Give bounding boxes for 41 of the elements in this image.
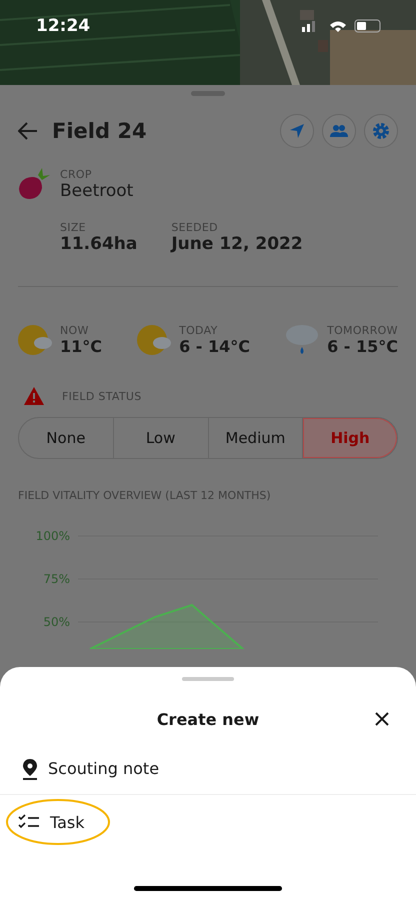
settings-button[interactable] <box>364 114 398 148</box>
chart-title: FIELD VITALITY OVERVIEW (LAST 12 MONTHS) <box>18 489 272 502</box>
forecast-label: TODAY <box>179 324 219 337</box>
navigation-arrow-icon <box>289 123 305 139</box>
beetroot-icon <box>18 167 50 201</box>
stat-value: June 12, 2022 <box>171 234 303 254</box>
status-option[interactable]: High <box>302 418 397 458</box>
navigate-button[interactable] <box>280 114 314 148</box>
wifi-icon <box>330 22 346 32</box>
field-status-label: FIELD STATUS <box>62 390 142 402</box>
crop-name: Beetroot <box>60 180 134 200</box>
people-button[interactable] <box>322 114 356 148</box>
y-axis-label: 50% <box>43 615 70 629</box>
stat-label: SEEDED <box>171 221 219 234</box>
create-option[interactable]: Scouting note <box>0 743 416 795</box>
forecast-temperature: 11°C <box>60 337 102 356</box>
signal-icon <box>302 21 315 32</box>
partly-cloudy-icon <box>18 324 52 356</box>
field-title: Field 24 <box>52 119 148 143</box>
partly-cloudy-icon <box>137 324 172 356</box>
checklist-icon <box>18 814 40 830</box>
warning-icon <box>24 387 44 405</box>
status-time: 12:24 <box>36 16 90 36</box>
create-option[interactable]: Task <box>0 795 416 849</box>
location-pin-icon <box>22 758 38 780</box>
people-icon <box>330 125 348 137</box>
y-axis-label: 100% <box>36 529 70 543</box>
settings-icon <box>372 122 390 140</box>
y-axis-label: 75% <box>43 572 70 586</box>
forecast-temperature: 6 - 15°C <box>327 337 398 356</box>
crop-label: CROP <box>60 168 93 180</box>
sheet-title: Create new <box>156 710 260 728</box>
battery-icon <box>354 20 380 32</box>
stat-value: 11.64ha <box>60 234 138 254</box>
forecast-label: NOW <box>60 324 90 337</box>
back-button[interactable] <box>18 122 38 140</box>
status-option[interactable]: Low <box>112 418 208 458</box>
status-option[interactable]: None <box>19 418 113 458</box>
forecast-temperature: 6 - 14°C <box>179 337 250 356</box>
stat-label: SIZE <box>60 221 87 234</box>
forecast-label: TOMORROW <box>327 324 398 337</box>
